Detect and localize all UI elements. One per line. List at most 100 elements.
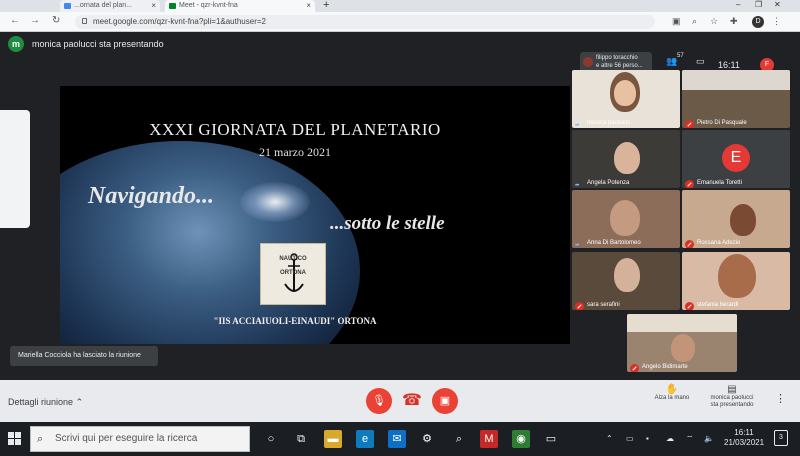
participant-name: Emanuela Toretti	[685, 180, 742, 188]
file-explorer-icon[interactable]: ▬	[324, 430, 342, 448]
participant-name: sara serafini	[575, 302, 620, 310]
browser-tab-1[interactable]: ...ornata del plan... ×	[60, 0, 160, 12]
presenting-label: monica paolucci	[710, 395, 754, 401]
mic-off-icon: 🎙	[372, 395, 386, 407]
back-icon[interactable]: ←	[10, 15, 20, 26]
zoom-icon[interactable]: ⌕	[692, 16, 697, 27]
meet-favicon-icon	[169, 3, 176, 9]
chevron-up-icon: ⌃	[75, 397, 84, 407]
camera-indicator-icon[interactable]: ▣	[672, 16, 681, 27]
browser-tabbar: ...ornata del plan... × Meet - qzr-kvnt-…	[0, 0, 800, 12]
leave-call-button[interactable]: ☎	[398, 388, 426, 414]
mail-icon[interactable]: ✉	[388, 430, 406, 448]
participant-tile[interactable]: Angelo Bidimarte	[627, 314, 737, 372]
participant-tile[interactable]: ••• Angela Potenza	[572, 130, 680, 188]
browser-tab-meet[interactable]: Meet - qzr-kvnt-fna ×	[165, 0, 315, 12]
photos-icon[interactable]: ▭	[542, 430, 560, 448]
meeting-details-button[interactable]: Dettagli riunione ⌃	[8, 397, 83, 408]
url-text: meet.google.com/qzr-kvnt-fna?pli=1&authu…	[93, 17, 266, 26]
bookmark-star-icon[interactable]: ☆	[710, 16, 718, 27]
maximize-icon[interactable]: ❐	[755, 0, 762, 9]
task-view-icon[interactable]: ⧉	[292, 430, 310, 448]
camera-toggle-button[interactable]: ▣	[432, 388, 458, 414]
chrome-icon[interactable]: ◉	[512, 430, 530, 448]
new-tab-icon[interactable]: +	[323, 0, 329, 11]
settings-icon[interactable]: ⚙	[418, 430, 436, 448]
minimize-icon[interactable]: –	[736, 0, 740, 9]
tray-chevron-icon[interactable]: ⌃	[606, 434, 613, 443]
speaking-icon: •••	[575, 243, 579, 248]
tab-favicon-icon	[64, 3, 71, 9]
present-screen-icon: ▤	[727, 384, 737, 395]
window-close-icon[interactable]: ✕	[774, 0, 781, 9]
participant-tile[interactable]: ••• Anna Di Bartolomeo	[572, 190, 680, 248]
browser-menu-icon[interactable]: ⋮	[772, 16, 781, 27]
raise-hand-button[interactable]: ✋ Alza la mano	[642, 385, 702, 402]
reload-icon[interactable]: ↻	[52, 15, 60, 26]
school-logo: NAUTICO ORTONA	[260, 243, 326, 305]
mcafee-icon[interactable]: M	[480, 430, 498, 448]
edge-icon[interactable]: e	[356, 430, 374, 448]
url-field[interactable]: meet.google.com/qzr-kvnt-fna?pli=1&authu…	[75, 15, 655, 29]
participant-tile[interactable]: Rossana Adezio	[682, 190, 790, 248]
participant-tile[interactable]: E Emanuela Toretti	[682, 130, 790, 188]
cortana-icon[interactable]: ○	[262, 430, 280, 448]
battery-icon[interactable]: ▭	[626, 434, 634, 443]
participant-tile[interactable]: stefania berardi	[682, 252, 790, 310]
participant-tile[interactable]: Pietro Di Pasquale	[682, 70, 790, 128]
participant-video	[627, 314, 737, 332]
participant-video	[682, 70, 790, 90]
logo-text: ORTONA	[280, 270, 306, 276]
presenting-button[interactable]: ▤ monica paolucci sta presentando	[702, 384, 762, 409]
mic-off-icon	[685, 120, 694, 128]
wifi-icon[interactable]: ⌔	[686, 434, 694, 444]
participant-tile[interactable]: ••• monica paolucci	[572, 70, 680, 128]
slide-school-name: "IIS ACCIAIUOLI-EINAUDI" ORTONA	[213, 316, 377, 326]
presentation-slide: XXXI GIORNATA DEL PLANETARIO 21 marzo 20…	[60, 86, 570, 344]
volume-icon[interactable]: 🔈	[704, 434, 714, 443]
extensions-icon[interactable]: ✚	[730, 16, 738, 27]
speaking-icon: •••	[575, 183, 579, 188]
participant-initial-avatar: E	[722, 144, 750, 172]
side-panel-collapsed[interactable]	[0, 110, 30, 228]
participant-name: Angelo Bidimarte	[630, 364, 688, 372]
profile-avatar[interactable]: D	[752, 16, 764, 28]
presenter-text: monica paolucci sta presentando	[32, 39, 164, 49]
mic-off-icon	[685, 302, 694, 310]
participant-name: Pietro Di Pasquale	[685, 120, 747, 128]
left-meeting-toast: Mariella Cocciola ha lasciato la riunion…	[10, 346, 158, 366]
windows-taskbar: ⌕ Scrivi qui per eseguire la ricerca ○ ⧉…	[0, 422, 800, 456]
windows-start-icon[interactable]	[8, 432, 21, 445]
participant-name: ••• Angela Potenza	[575, 180, 630, 188]
meet-area: m monica paolucci sta presentando filipp…	[0, 32, 800, 380]
participant-name: Rossana Adezio	[685, 240, 740, 248]
notifications-icon[interactable]: 3	[774, 430, 788, 446]
tab-title: ...ornata del plan...	[74, 2, 132, 9]
mic-off-icon	[575, 302, 584, 310]
chat-icon[interactable]: ▭	[696, 56, 705, 67]
logo-text: NAUTICO	[279, 256, 307, 262]
chip-line-1: filippo toracchio	[596, 55, 638, 61]
meet-tray-icon[interactable]: ▪	[646, 434, 649, 443]
magnifier-icon[interactable]: ⌕	[450, 430, 468, 448]
mic-off-icon	[685, 240, 694, 248]
taskbar-clock[interactable]: 16:11 21/03/2021	[724, 428, 764, 448]
participant-video	[610, 200, 640, 236]
more-options-icon[interactable]: ⋮	[775, 392, 786, 405]
taskbar-date: 21/03/2021	[724, 438, 765, 447]
tab-close-icon[interactable]: ×	[151, 1, 156, 10]
forward-icon[interactable]: →	[30, 15, 40, 26]
people-icon[interactable]: 👥	[666, 56, 677, 67]
hang-up-icon: ☎	[402, 392, 422, 409]
cloud-icon[interactable]: ☁	[666, 434, 674, 443]
raise-hand-label: Alza la mano	[654, 395, 690, 401]
participant-tile[interactable]: sara serafini	[572, 252, 680, 310]
mic-off-icon	[630, 364, 639, 372]
tab-close-icon[interactable]: ×	[306, 1, 311, 10]
mic-toggle-button[interactable]: 🎙	[366, 388, 392, 414]
slide-title: XXXI GIORNATA DEL PLANETARIO	[149, 120, 441, 139]
chip-line-2: e altre 56 perso...	[596, 63, 643, 69]
taskbar-search-input[interactable]: ⌕ Scrivi qui per eseguire la ricerca	[30, 426, 250, 452]
participant-face	[671, 334, 695, 362]
meet-toolbar: Dettagli riunione ⌃ 🎙 ☎ ▣ ✋ Alza la mano…	[0, 380, 800, 422]
